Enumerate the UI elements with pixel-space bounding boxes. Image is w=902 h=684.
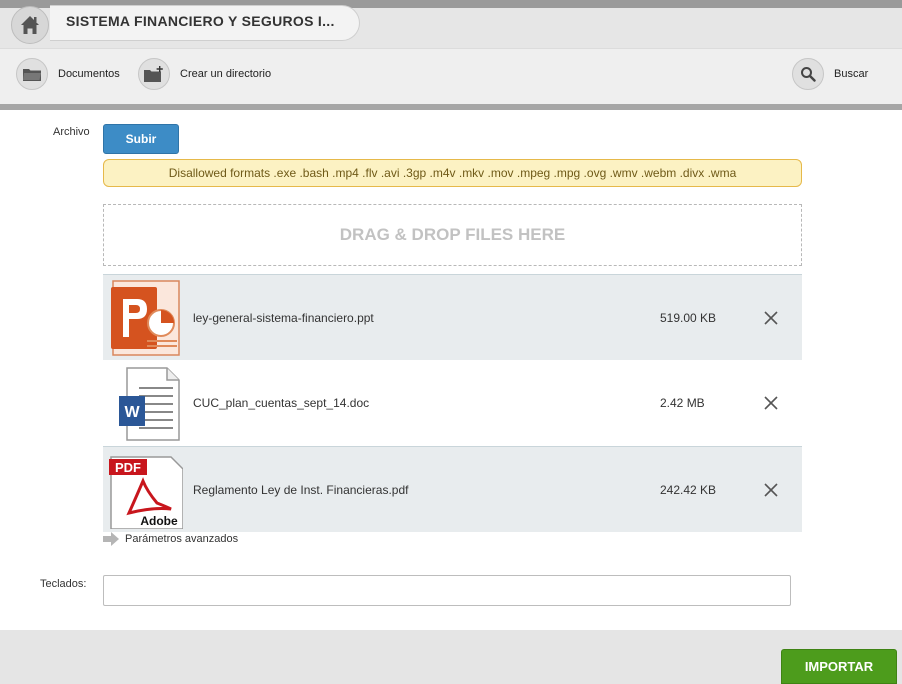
documents-label: Documentos xyxy=(58,68,120,80)
drop-zone[interactable]: DRAG & DROP FILES HERE xyxy=(103,204,802,266)
search-label: Buscar xyxy=(834,68,869,80)
documents-button[interactable]: Documentos xyxy=(16,58,120,90)
search-icon xyxy=(792,58,824,90)
pdf-icon-label: PDF xyxy=(115,460,141,475)
page-title: SISTEMA FINANCIERO Y SEGUROS I... xyxy=(66,13,335,29)
file-name: ley-general-sistema-financiero.ppt xyxy=(193,311,374,325)
remove-file-icon[interactable] xyxy=(763,395,779,411)
remove-file-icon[interactable] xyxy=(763,482,779,498)
arrow-right-icon xyxy=(103,532,119,546)
file-row: W CUC_plan_cuentas_sept_14.doc 2.42 MB xyxy=(103,360,802,446)
tags-input[interactable] xyxy=(103,575,791,606)
folder-icon xyxy=(16,58,48,90)
svg-text:W: W xyxy=(124,404,140,421)
adobe-icon-label: Adobe xyxy=(140,514,178,528)
search-button[interactable]: Buscar xyxy=(792,58,868,90)
advanced-parameters-toggle[interactable]: Parámetros avanzados xyxy=(103,532,238,546)
footer-bar xyxy=(0,630,902,684)
file-name: Reglamento Ley de Inst. Financieras.pdf xyxy=(193,483,409,497)
file-size: 519.00 KB xyxy=(660,311,717,325)
file-row: ley-general-sistema-financiero.ppt 519.0… xyxy=(103,274,802,360)
remove-file-icon[interactable] xyxy=(763,310,779,326)
home-icon xyxy=(21,16,39,34)
drop-zone-text: DRAG & DROP FILES HERE xyxy=(339,225,566,244)
powerpoint-file-icon xyxy=(111,280,180,356)
disallowed-formats-notice: Disallowed formats .exe .bash .mp4 .flv … xyxy=(103,159,802,187)
file-size: 2.42 MB xyxy=(660,396,705,410)
toolbar xyxy=(0,48,902,105)
create-directory-label: Crear un directorio xyxy=(180,68,272,80)
file-name: CUC_plan_cuentas_sept_14.doc xyxy=(193,396,370,410)
file-size: 242.42 KB xyxy=(660,483,717,497)
file-row: PDF Adobe Reglamento Ley de Inst. Financ… xyxy=(103,446,802,532)
advanced-parameters-label: Parámetros avanzados xyxy=(125,533,239,545)
create-directory-button[interactable]: Crear un directorio xyxy=(138,58,271,90)
toolbar-divider xyxy=(0,104,902,110)
upload-button[interactable]: Subir xyxy=(103,124,179,154)
home-button[interactable] xyxy=(11,6,49,44)
tags-label: Teclados: xyxy=(40,578,87,590)
word-file-icon: W xyxy=(119,367,180,441)
archivo-label: Archivo xyxy=(53,126,90,138)
import-button[interactable]: IMPORTAR xyxy=(781,649,897,684)
new-folder-icon xyxy=(138,58,170,90)
pdf-file-icon: PDF Adobe xyxy=(109,456,183,529)
